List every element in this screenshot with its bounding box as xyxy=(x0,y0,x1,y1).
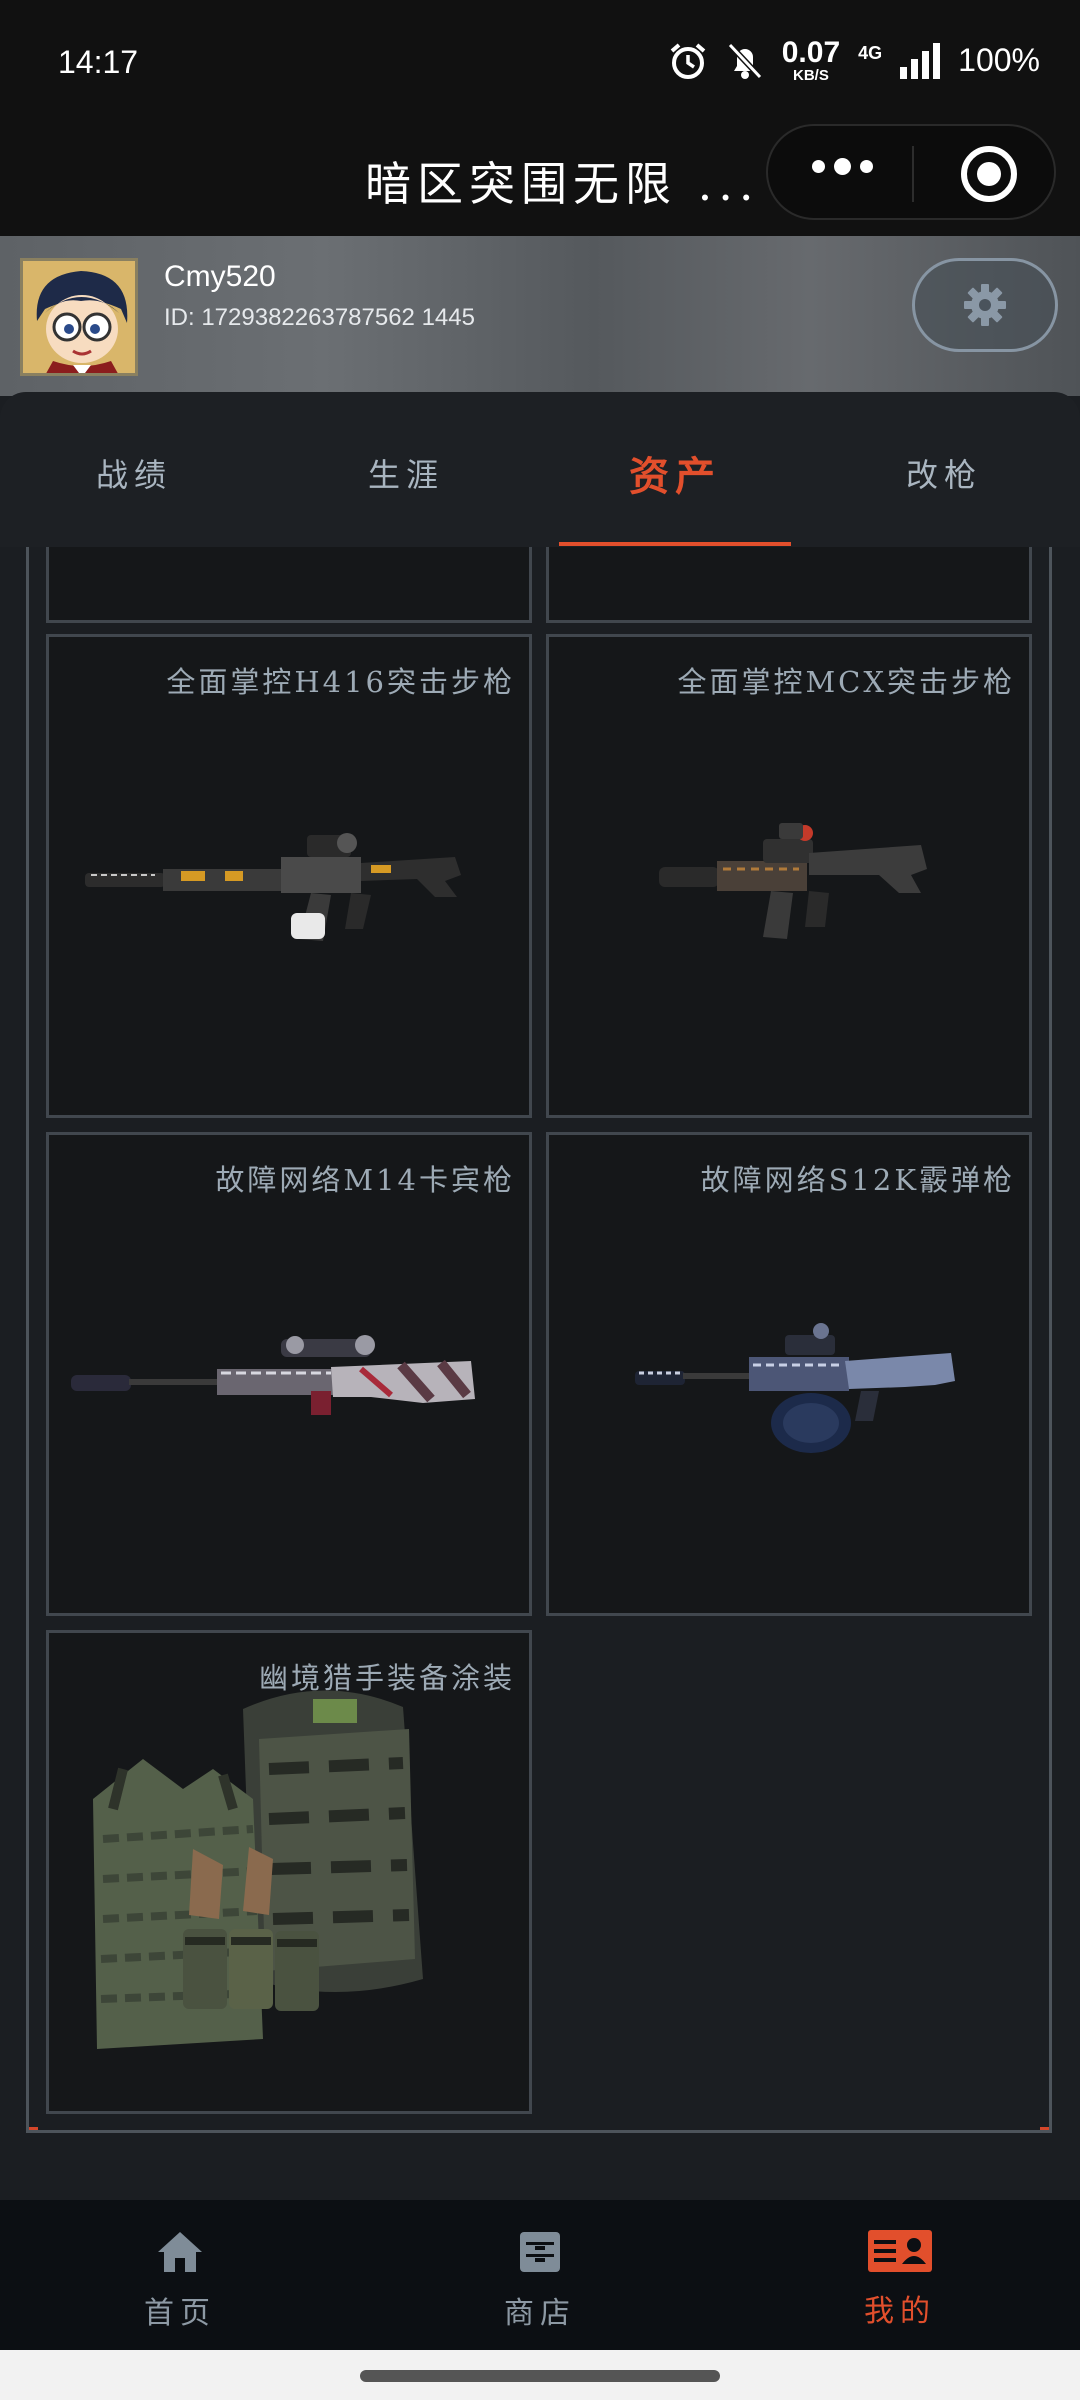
bottom-nav: 首页 商店 我的 xyxy=(0,2200,1080,2350)
store-icon xyxy=(520,2232,560,2272)
tab-bar: 战绩 生涯 资产 改枪 xyxy=(0,392,1080,547)
nav-mine[interactable]: 我的 xyxy=(800,2230,1000,2330)
title-bar: 暗区突围无限 ... xyxy=(0,124,1080,236)
tab-assets[interactable]: 资产 xyxy=(575,444,775,502)
status-icons: 0.07 KB/S 4G 100% xyxy=(668,38,1040,83)
asset-name: 故障网络M14卡宾枪 xyxy=(215,1163,515,1197)
avatar[interactable] xyxy=(20,258,138,376)
gear-icon xyxy=(964,284,1006,326)
asset-card[interactable]: 全面掌控H416突击步枪 xyxy=(46,634,532,1118)
assets-grid: 全面掌控H416突击步枪 全面掌控MCX突击步枪 故障网络M14卡宾枪 故障网络… xyxy=(26,547,1052,2133)
asset-card[interactable]: 故障网络M14卡宾枪 xyxy=(46,1132,532,1616)
active-tab-indicator xyxy=(559,542,791,546)
home-icon xyxy=(158,2232,202,2272)
network-speed: 0.07 KB/S xyxy=(781,36,841,84)
frame-corner xyxy=(1040,2118,1049,2130)
nav-home-label: 首页 xyxy=(144,2296,216,2331)
asset-name: 全面掌控H416突击步枪 xyxy=(166,665,515,699)
user-id: ID: 1729382263787562 1445 xyxy=(164,304,475,331)
asset-card[interactable]: 幽境猎手装备涂装 xyxy=(46,1630,532,2114)
bell-off-icon xyxy=(727,42,762,79)
rifle-image xyxy=(85,833,461,941)
settings-button[interactable] xyxy=(912,258,1058,352)
more-icon[interactable] xyxy=(812,158,873,175)
nav-store[interactable]: 商店 xyxy=(440,2230,640,2332)
profile-card-icon xyxy=(868,2230,932,2272)
home-indicator[interactable] xyxy=(360,2370,720,2382)
asset-card-partial[interactable] xyxy=(46,547,532,623)
asset-name: 全面掌控MCX突击步枪 xyxy=(677,665,1015,699)
nav-home[interactable]: 首页 xyxy=(80,2230,280,2332)
asset-card[interactable]: 全面掌控MCX突击步枪 xyxy=(546,634,1032,1118)
rifle-image xyxy=(71,1335,475,1415)
status-time: 14:17 xyxy=(58,44,139,80)
close-miniapp-icon[interactable] xyxy=(961,146,1017,202)
gear-kit-image xyxy=(93,1690,423,2049)
network-type: 4G xyxy=(858,43,883,63)
tab-gun-mod[interactable]: 改枪 xyxy=(844,450,1044,496)
page-title: 暗区突围无限 ... xyxy=(365,157,760,211)
signal-icon xyxy=(900,42,941,79)
system-nav-area xyxy=(0,2350,1080,2400)
asset-card[interactable]: 故障网络S12K霰弹枪 xyxy=(546,1132,1032,1616)
nav-store-label: 商店 xyxy=(504,2296,576,2331)
battery-level: 100% xyxy=(958,42,1040,78)
asset-name: 故障网络S12K霰弹枪 xyxy=(700,1163,1015,1197)
shotgun-image xyxy=(635,1323,955,1453)
capsule-divider xyxy=(912,146,914,202)
rifle-image xyxy=(659,823,927,939)
profile-header: Cmy520 ID: 1729382263787562 1445 xyxy=(0,236,1080,396)
tab-career[interactable]: 生涯 xyxy=(306,450,506,496)
miniapp-capsule xyxy=(766,124,1056,220)
tab-battle-record[interactable]: 战绩 xyxy=(34,450,234,496)
status-bar: 14:17 0.07 KB/S 4G 100% xyxy=(0,0,1080,124)
frame-corner xyxy=(29,2118,38,2130)
username: Cmy520 xyxy=(164,260,276,293)
alarm-icon xyxy=(670,42,706,79)
asset-card-partial[interactable] xyxy=(546,547,1032,623)
nav-mine-label: 我的 xyxy=(864,2294,936,2329)
